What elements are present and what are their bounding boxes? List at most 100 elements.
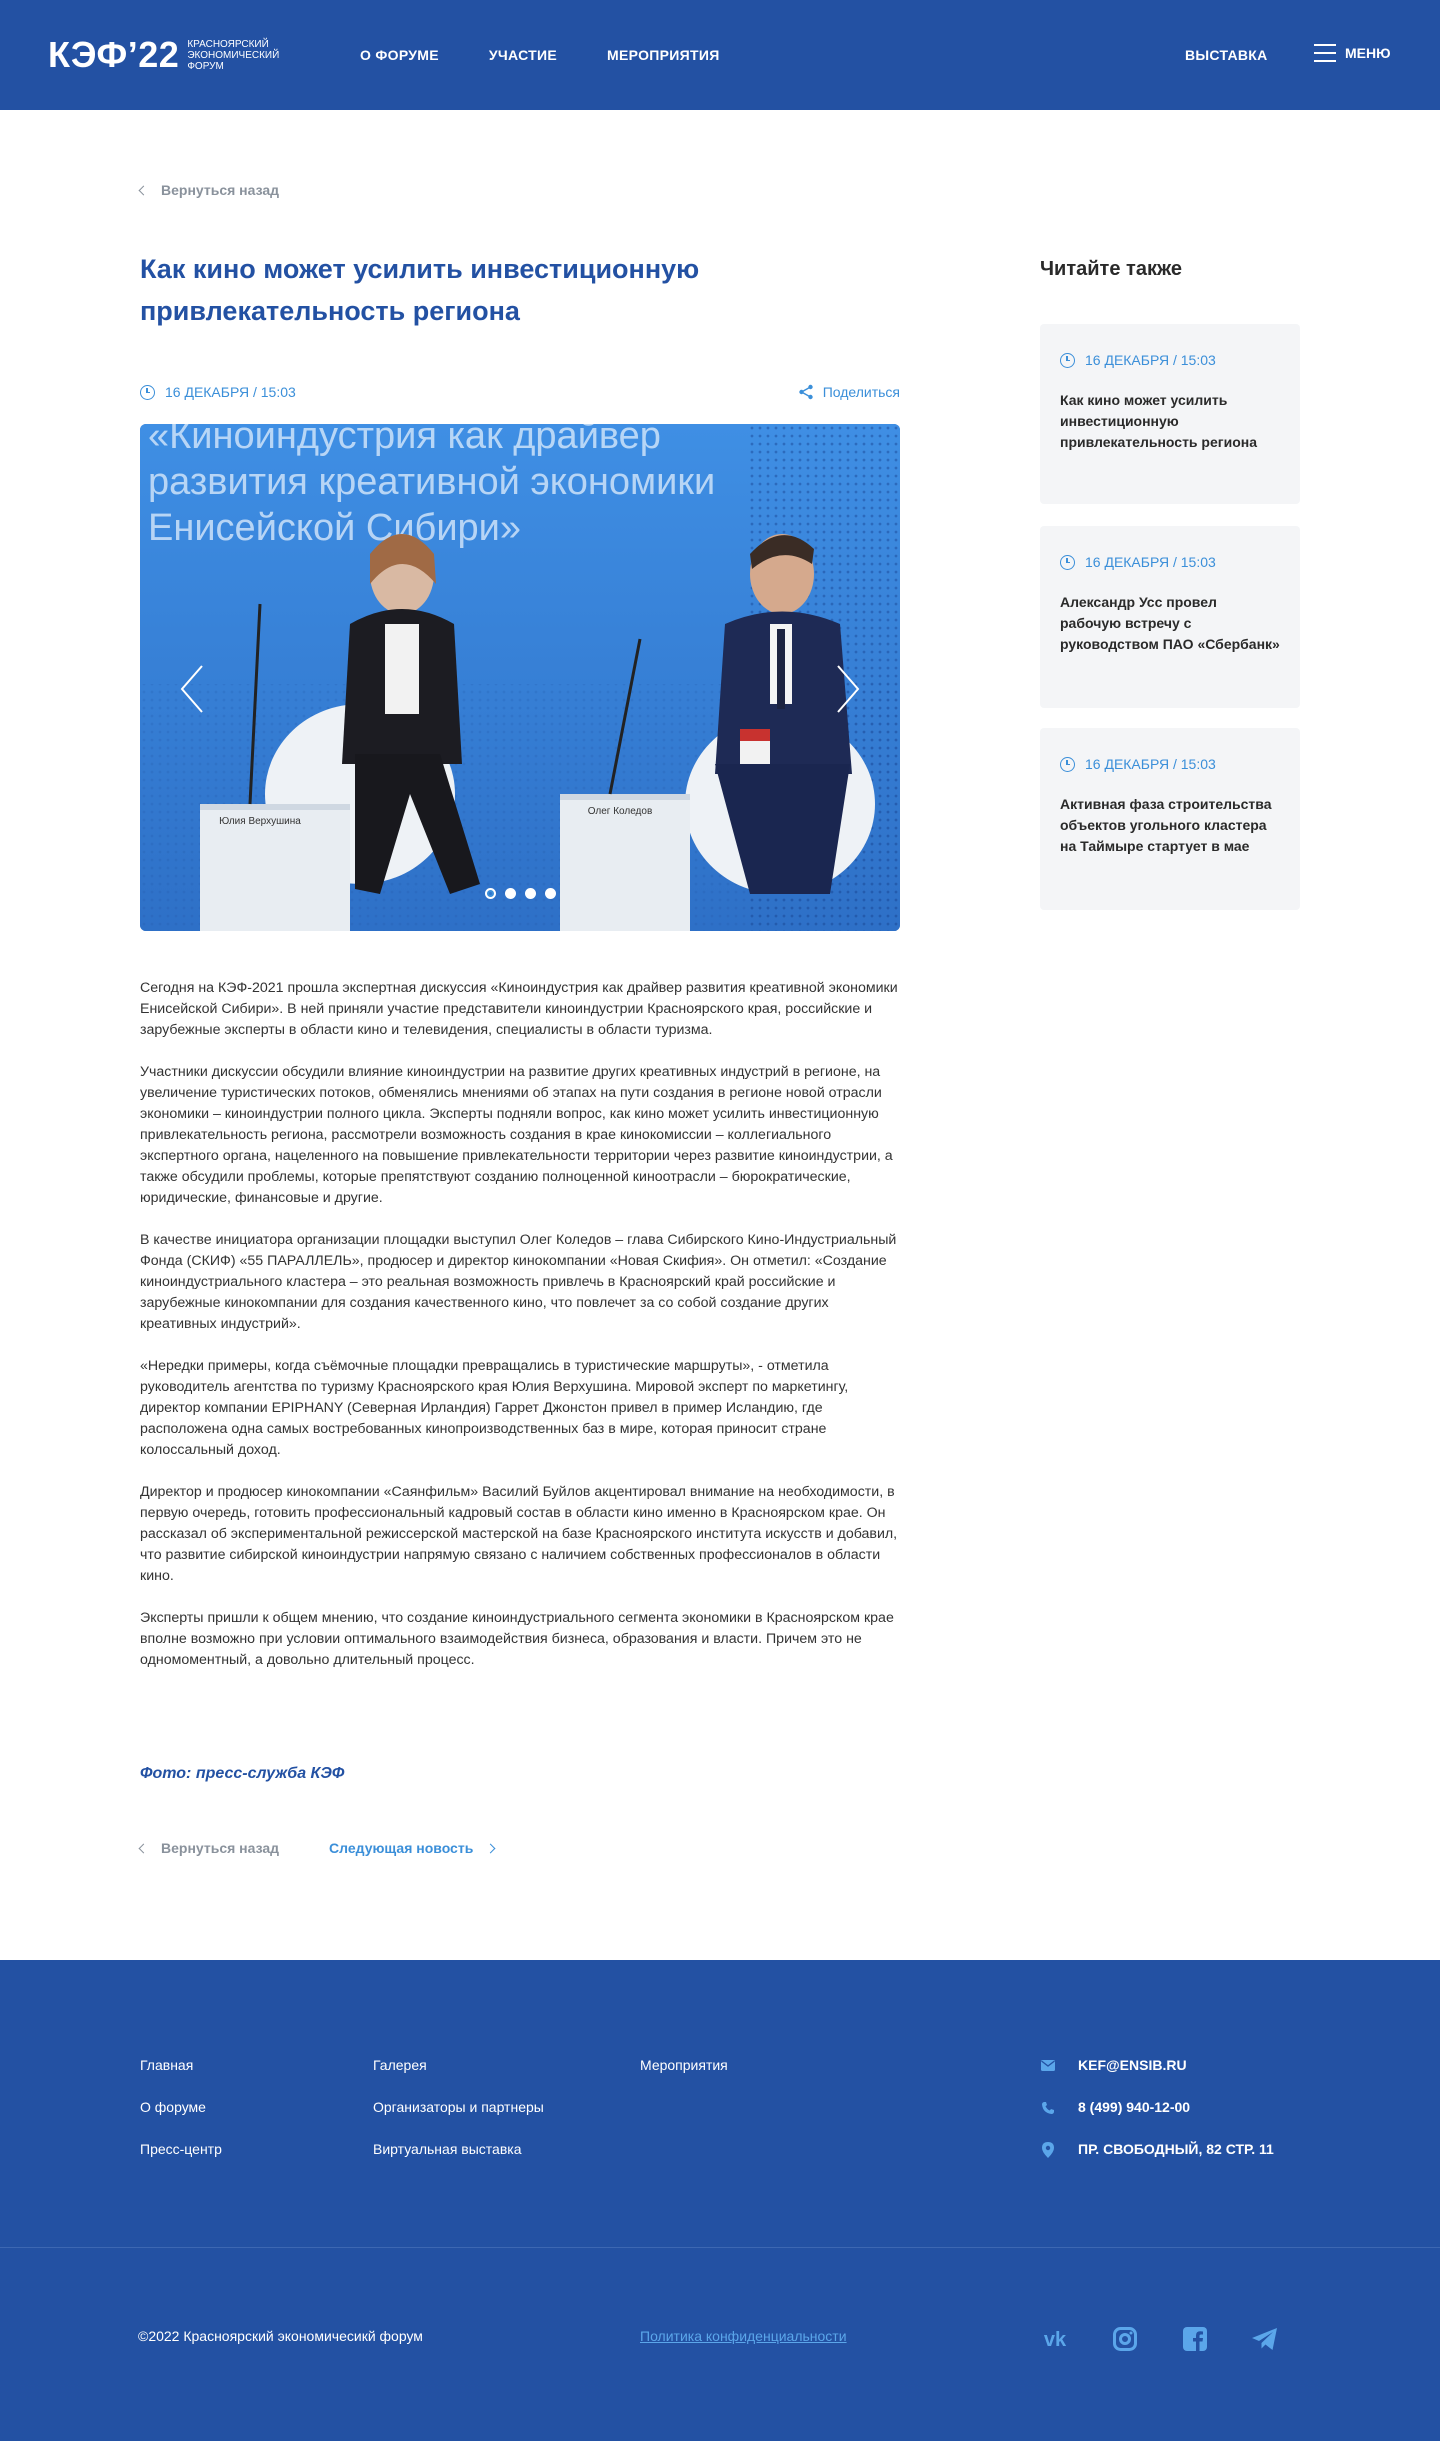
footer-link-about[interactable]: О форуме	[140, 2098, 222, 2117]
article-date-text: 16 ДЕКАБРЯ / 15:03	[165, 384, 296, 400]
vk-icon[interactable]: vk	[1038, 2322, 1072, 2356]
back-link-bottom[interactable]: Вернуться назад	[138, 1840, 280, 1856]
article-paragraph: Участники дискуссии обсудили влияние кин…	[140, 1064, 893, 1206]
phone-icon	[1040, 2101, 1056, 2115]
chevron-left-icon	[138, 1843, 149, 1853]
telegram-icon[interactable]	[1248, 2322, 1282, 2356]
slide-banner-text-1: «Киноиндустрия как драйвер	[148, 424, 661, 457]
secondary-nav: Выставка	[1185, 47, 1318, 63]
card-date-text: 16 ДЕКАБРЯ / 15:03	[1085, 756, 1216, 772]
photo-slider[interactable]: «Киноиндустрия как драйвер развития креа…	[140, 424, 900, 931]
contact-address: ПР. СВОБОДНЫЙ, 82 СТР. 11	[1040, 2140, 1274, 2159]
contact-address-text: ПР. СВОБОДНЫЙ, 82 СТР. 11	[1078, 2141, 1274, 2157]
location-pin-icon	[1040, 2141, 1056, 2158]
contact-email-text: KEF@ENSIB.RU	[1078, 2057, 1187, 2073]
footer-links-col-1: Главная О форуме Пресс-центр	[140, 2056, 222, 2182]
site-header: КЭФ’22 Красноярский экономический форум …	[0, 0, 1440, 110]
slide-banner-text-3: Енисейской Сибири»	[148, 507, 521, 549]
footer-link-virtual-expo[interactable]: Виртуальная выставка	[373, 2140, 544, 2159]
footer-link-gallery[interactable]: Галерея	[373, 2056, 544, 2075]
slider-dot[interactable]	[545, 888, 556, 899]
slide-banner-text-2: развития креативной экономики	[148, 461, 715, 503]
slider-prev-button[interactable]	[178, 664, 208, 714]
main-nav: О форуме Участие Мероприятия	[360, 47, 770, 63]
chevron-right-icon	[837, 665, 860, 713]
card-date: 16 ДЕКАБРЯ / 15:03	[1060, 554, 1280, 570]
hamburger-icon	[1314, 44, 1336, 62]
site-footer	[0, 1960, 1440, 2441]
article-paragraph: В качестве инициатора организации площад…	[140, 1232, 897, 1332]
card-date-text: 16 ДЕКАБРЯ / 15:03	[1085, 352, 1216, 368]
nav-item-about[interactable]: О форуме	[360, 47, 439, 63]
article-meta: 16 ДЕКАБРЯ / 15:03 Поделиться	[140, 384, 900, 404]
article-body: Сегодня на КЭФ-2021 прошла экспертная ди…	[140, 978, 902, 1692]
footer-link-partners[interactable]: Организаторы и партнеры	[373, 2098, 544, 2117]
chevron-left-icon	[180, 665, 203, 713]
menu-button[interactable]: Меню	[1314, 44, 1391, 62]
chevron-left-icon	[138, 185, 149, 195]
privacy-policy-link[interactable]: Политика конфиденциальности	[640, 2328, 847, 2344]
back-link-label: Вернуться назад	[161, 1840, 280, 1856]
clock-icon	[1060, 554, 1075, 570]
article-paragraph: Директор и продюсер кинокомпании «Саянфи…	[140, 1484, 898, 1584]
related-news-card[interactable]: 16 ДЕКАБРЯ / 15:03 Как кино может усилит…	[1040, 324, 1300, 504]
article-pagination: Вернуться назад Следующая новость	[138, 1840, 496, 1856]
contact-phone-text: 8 (499) 940-12-00	[1078, 2099, 1191, 2115]
instagram-icon[interactable]	[1108, 2322, 1142, 2356]
nameplate-right: Олег Коледов	[588, 806, 653, 817]
next-news-link[interactable]: Следующая новость	[329, 1840, 496, 1856]
back-link-top[interactable]: Вернуться назад	[138, 182, 280, 198]
card-title: Активная фаза строительства объектов уго…	[1060, 796, 1272, 854]
nav-item-events[interactable]: Мероприятия	[607, 47, 720, 63]
related-news-card[interactable]: 16 ДЕКАБРЯ / 15:03 Александр Усс провел …	[1040, 526, 1300, 708]
svg-text:vk: vk	[1044, 2329, 1067, 2349]
card-date: 16 ДЕКАБРЯ / 15:03	[1060, 756, 1280, 772]
chevron-right-icon	[485, 1843, 496, 1853]
footer-links-col-3: Мероприятия	[640, 2056, 728, 2098]
nameplate-left: Юлия Верхушина	[219, 816, 301, 827]
share-icon	[798, 384, 813, 400]
footer-contacts: KEF@ENSIB.RU 8 (499) 940-12-00 ПР. СВОБО…	[1040, 2056, 1274, 2182]
card-title: Александр Усс провел рабочую встречу с р…	[1060, 594, 1280, 652]
logo[interactable]: КЭФ’22 Красноярский экономический форум	[48, 36, 297, 74]
social-links: vk	[1038, 2322, 1318, 2356]
card-title: Как кино может усилить инвестиционную пр…	[1060, 392, 1257, 450]
clock-icon	[140, 384, 155, 400]
logo-mark: КЭФ’22	[48, 34, 180, 75]
slider-dot[interactable]	[505, 888, 516, 899]
clock-icon	[1060, 756, 1075, 772]
slider-dot[interactable]	[525, 888, 536, 899]
slider-dots	[485, 888, 565, 899]
sidebar-title: Читайте также	[1040, 258, 1183, 280]
contact-email[interactable]: KEF@ENSIB.RU	[1040, 2056, 1274, 2075]
article-title: Как кино может усилить инвестиционную пр…	[140, 254, 700, 326]
menu-label: Меню	[1345, 45, 1391, 61]
contact-phone[interactable]: 8 (499) 940-12-00	[1040, 2098, 1274, 2117]
mail-icon	[1040, 2060, 1056, 2071]
nav-item-exhibition[interactable]: Выставка	[1185, 47, 1268, 63]
related-news-card[interactable]: 16 ДЕКАБРЯ / 15:03 Активная фаза строите…	[1040, 728, 1300, 910]
slider-next-button[interactable]	[832, 664, 862, 714]
next-news-label: Следующая новость	[329, 1840, 474, 1856]
footer-divider	[0, 2247, 1440, 2248]
share-label: Поделиться	[822, 384, 900, 400]
footer-link-events[interactable]: Мероприятия	[640, 2056, 728, 2075]
nav-item-participation[interactable]: Участие	[489, 47, 557, 63]
slider-dot[interactable]	[485, 888, 496, 899]
article-paragraph: Эксперты пришли к общем мнению, что созд…	[140, 1610, 894, 1668]
facebook-icon[interactable]	[1178, 2322, 1212, 2356]
article-date: 16 ДЕКАБРЯ / 15:03	[140, 384, 296, 400]
footer-link-press[interactable]: Пресс-центр	[140, 2140, 222, 2159]
article-paragraph: Сегодня на КЭФ-2021 прошла экспертная ди…	[140, 980, 898, 1038]
logo-subtitle: Красноярский экономический форум	[187, 38, 280, 72]
footer-link-home[interactable]: Главная	[140, 2056, 222, 2075]
photo-caption: Фото: пресс-служба КЭФ	[140, 1765, 345, 1782]
card-date-text: 16 ДЕКАБРЯ / 15:03	[1085, 554, 1216, 570]
share-button[interactable]: Поделиться	[798, 384, 900, 400]
copyright: ©2022 Красноярский экономичесикй форум	[138, 2328, 423, 2344]
clock-icon	[1060, 352, 1075, 368]
article-paragraph: «Нередки примеры, когда съёмочные площад…	[140, 1358, 849, 1458]
event-photo: «Киноиндустрия как драйвер развития креа…	[140, 424, 900, 931]
back-link-label: Вернуться назад	[161, 182, 280, 198]
card-date: 16 ДЕКАБРЯ / 15:03	[1060, 352, 1280, 368]
